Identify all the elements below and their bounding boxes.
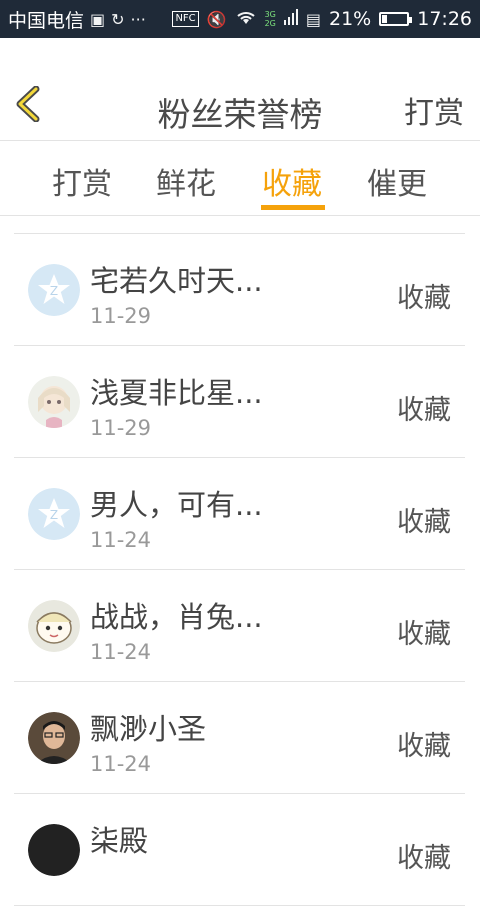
anime-girl-avatar [28, 376, 80, 428]
carrier-label: 中国电信 [8, 9, 85, 32]
fan-name: 飘渺小圣 [90, 712, 207, 746]
tab-urge-update[interactable]: 催更 [367, 159, 427, 203]
fan-date: 11-29 [90, 416, 152, 440]
battery-icon [379, 12, 413, 26]
fan-name: 浅夏非比星... [90, 376, 263, 410]
active-tab-indicator [261, 205, 325, 210]
sync-icon: ↻ [111, 9, 125, 29]
mute-icon: 🔇 [206, 9, 227, 29]
status-bar: 中国电信 ▣ ↻ ··· NFC 🔇 3G 2G ▤ 21% 17:26 [0, 0, 480, 38]
default-star-avatar: Z [28, 264, 80, 316]
list-item[interactable]: Z 男人，可有... 11-24 收藏 [14, 458, 465, 570]
fan-name: 宅若久时天... [90, 264, 263, 298]
list-item[interactable]: 浅夏非比星... 11-29 收藏 [14, 346, 465, 458]
tab-reward[interactable]: 打赏 [52, 159, 112, 203]
battery-level [382, 15, 388, 23]
list-item[interactable]: Z 宅若久时天... 11-29 收藏 [14, 234, 465, 346]
svg-text:Z: Z [50, 508, 58, 522]
fan-action: 收藏 [397, 395, 451, 426]
nfc-icon: NFC [172, 11, 199, 27]
list-item[interactable]: 柒殿 收藏 [14, 794, 465, 906]
sim-icon: ▤ [305, 9, 321, 29]
battery-percent: 21% [329, 8, 372, 30]
fan-date: 11-29 [90, 304, 152, 328]
cartoon-avatar [28, 600, 80, 652]
fan-action: 收藏 [397, 283, 451, 314]
image-icon: ▣ [90, 9, 106, 29]
dark-avatar [28, 824, 80, 876]
wifi-icon [235, 9, 257, 29]
fan-date: 11-24 [90, 640, 152, 664]
photo-avatar [28, 712, 80, 764]
fan-list: Z 宅若久时天... 11-29 收藏 浅夏非比星... 11-29 收藏 Z … [14, 233, 465, 906]
list-item[interactable]: 战战，肖兔... 11-24 收藏 [14, 570, 465, 682]
svg-text:Z: Z [50, 284, 58, 298]
fan-action: 收藏 [397, 731, 451, 762]
network-type: 3G 2G [264, 10, 276, 28]
default-star-avatar: Z [28, 488, 80, 540]
tab-favorites[interactable]: 收藏 [262, 159, 322, 203]
fan-action: 收藏 [397, 507, 451, 538]
clock: 17:26 [417, 8, 472, 30]
tab-bar: 打赏 鲜花 收藏 催更 [0, 141, 480, 216]
tab-flowers[interactable]: 鲜花 [156, 159, 216, 203]
signal-icon [283, 9, 298, 29]
more-icon: ··· [130, 9, 146, 29]
fan-name: 战战，肖兔... [90, 600, 263, 634]
list-item[interactable]: 飘渺小圣 11-24 收藏 [14, 682, 465, 794]
fan-name: 男人，可有... [90, 488, 263, 522]
fan-date: 11-24 [90, 752, 152, 776]
fan-action: 收藏 [397, 843, 451, 874]
fan-date: 11-24 [90, 528, 152, 552]
fan-action: 收藏 [397, 619, 451, 650]
app-header: 粉丝荣誉榜 打赏 [0, 38, 480, 141]
reward-button[interactable]: 打赏 [404, 88, 464, 132]
